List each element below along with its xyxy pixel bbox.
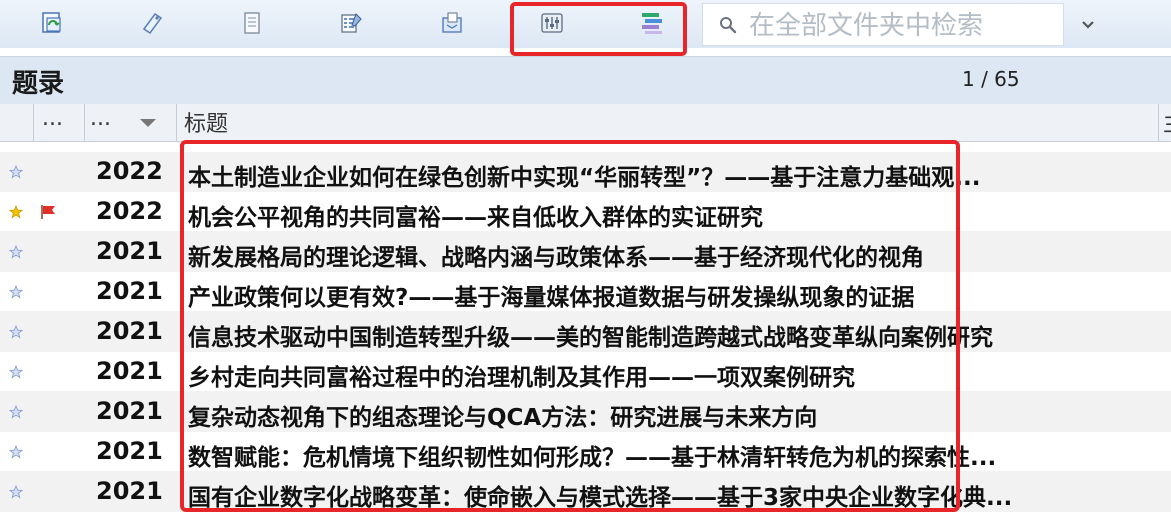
column-divider[interactable] [176, 104, 177, 141]
chevron-down-icon [1082, 21, 1094, 29]
star-icon[interactable] [9, 485, 23, 499]
row-year: 2022 [96, 197, 163, 225]
star-icon[interactable] [9, 445, 23, 459]
star-filled-icon[interactable] [9, 205, 23, 219]
toolbar-highlight-box [510, 2, 687, 56]
row-year: 2021 [96, 317, 163, 345]
column-header-title[interactable]: 标题 [184, 106, 228, 138]
note-button[interactable] [238, 9, 266, 37]
tag-button[interactable] [138, 9, 166, 37]
export-button[interactable] [438, 9, 466, 37]
row-year: 2022 [96, 157, 163, 185]
sort-descending-icon [140, 119, 156, 127]
row-year: 2021 [96, 477, 163, 505]
column-divider[interactable] [84, 104, 85, 141]
row-year: 2021 [96, 357, 163, 385]
row-year: 2021 [96, 437, 163, 465]
sync-button[interactable] [38, 9, 66, 37]
star-icon[interactable] [9, 245, 23, 259]
checklist-edit-icon [341, 13, 362, 33]
column-header-year[interactable]: ... [90, 106, 111, 131]
sync-icon [42, 12, 61, 33]
export-icon [442, 12, 462, 33]
column-header-author[interactable]: 主 [1163, 106, 1171, 138]
edit-fields-button[interactable] [338, 9, 366, 37]
page-title: 题录 [12, 69, 65, 99]
star-icon[interactable] [9, 365, 23, 379]
page-counter: 1 / 65 [962, 67, 1020, 91]
tag-icon [142, 12, 163, 35]
list-header-bar: 题录 1 / 65 [0, 56, 1171, 104]
title-highlight-box [180, 140, 960, 512]
document-icon [244, 12, 260, 34]
column-header-row: ... ... 标题 主 [0, 104, 1171, 142]
flag-icon[interactable] [40, 204, 58, 220]
search-icon [720, 17, 737, 34]
column-header-flag[interactable]: ... [42, 106, 63, 131]
star-icon[interactable] [9, 285, 23, 299]
star-icon[interactable] [9, 325, 23, 339]
search-options-button[interactable] [1070, 8, 1106, 42]
row-year: 2021 [96, 237, 163, 265]
column-divider[interactable] [33, 104, 34, 141]
row-year: 2021 [96, 397, 163, 425]
column-divider[interactable] [1158, 104, 1159, 141]
row-year: 2021 [96, 277, 163, 305]
search-input[interactable] [747, 6, 1061, 45]
search-box[interactable] [702, 3, 1064, 46]
star-icon[interactable] [9, 405, 23, 419]
star-icon[interactable] [9, 165, 23, 179]
